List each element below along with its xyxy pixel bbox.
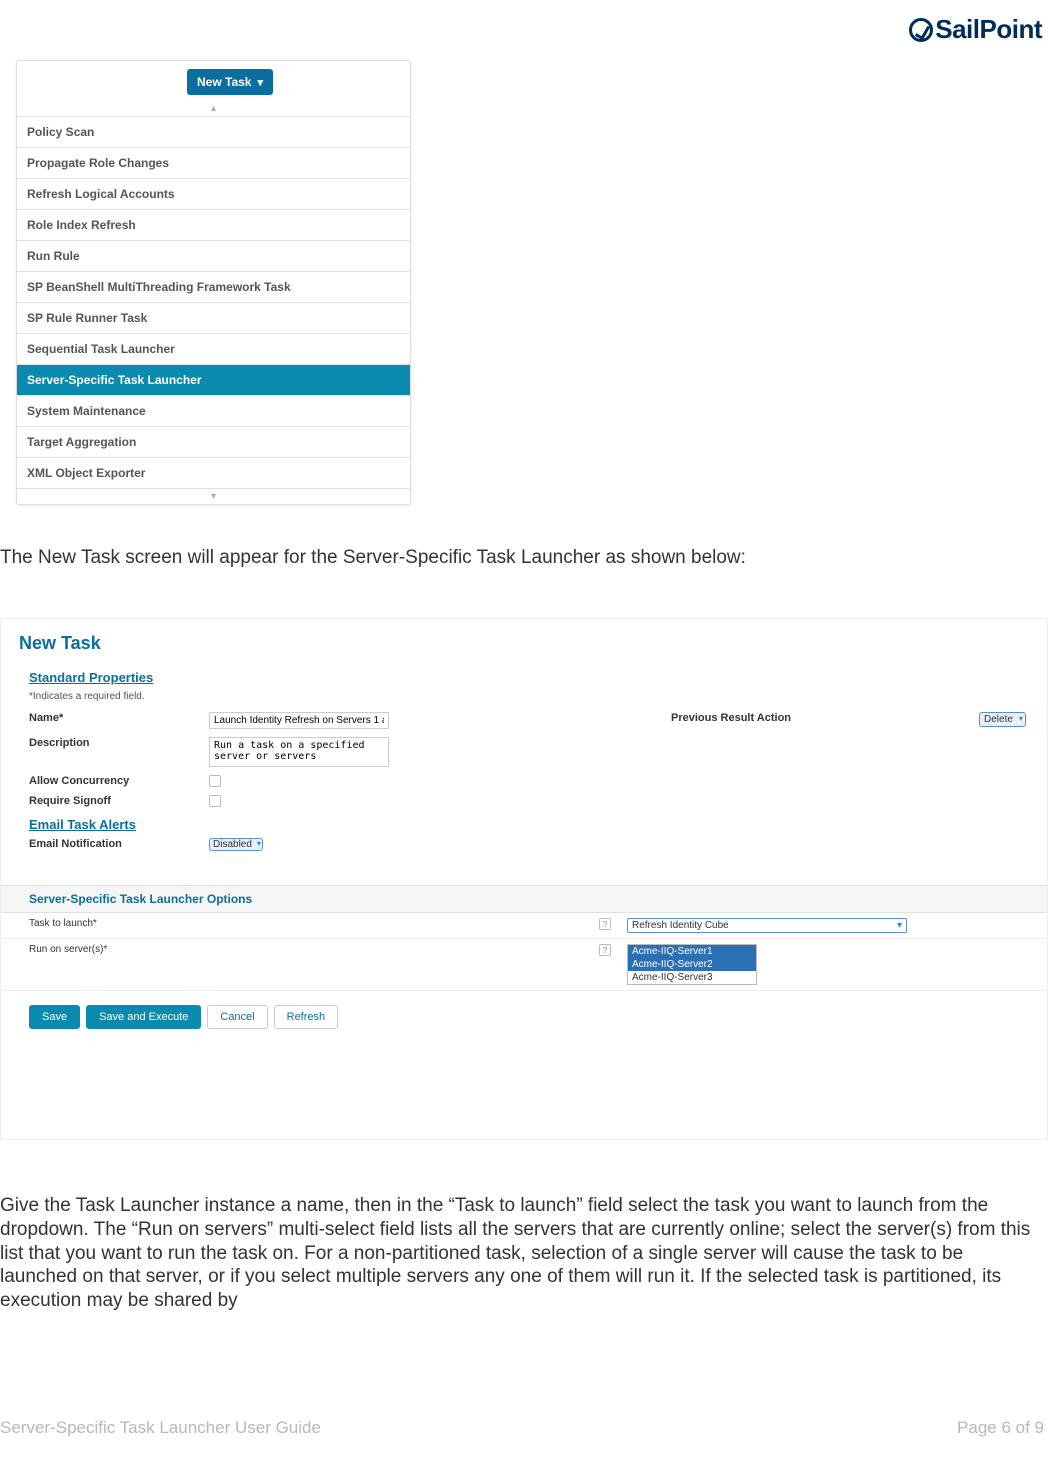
new-task-form-screenshot: New Task Standard Properties *Indicates … (0, 618, 1048, 1140)
require-signoff-checkbox[interactable] (209, 795, 221, 807)
new-task-dropdown-screenshot: New Task ▾ ▴ Policy ScanPropagate Role C… (16, 60, 411, 505)
required-hint: *Indicates a required field. (1, 687, 1047, 708)
scroll-up-icon[interactable]: ▴ (17, 101, 410, 116)
help-icon[interactable]: ? (599, 944, 611, 956)
footer-page-number: Page 6 of 9 (957, 1418, 1044, 1438)
scroll-down-icon[interactable]: ▾ (17, 489, 410, 504)
body-paragraph-2: Give the Task Launcher instance a name, … (0, 1194, 1044, 1313)
name-label: Name* (29, 712, 199, 724)
section-standard-properties: Standard Properties (1, 664, 1047, 687)
task-menu-item[interactable]: Policy Scan (17, 117, 410, 148)
section-email-alerts: Email Task Alerts (1, 811, 1047, 834)
task-menu-item[interactable]: Sequential Task Launcher (17, 334, 410, 365)
save-button[interactable]: Save (29, 1005, 80, 1029)
save-execute-button[interactable]: Save and Execute (86, 1005, 201, 1029)
task-menu-item[interactable]: Propagate Role Changes (17, 148, 410, 179)
prev-result-label: Previous Result Action (671, 712, 791, 724)
server-option[interactable]: Acme-IIQ-Server1 (628, 945, 756, 958)
require-signoff-label: Require Signoff (29, 795, 199, 807)
description-label: Description (29, 737, 199, 749)
brand-name: SailPoint (935, 14, 1042, 45)
help-icon[interactable]: ? (599, 918, 611, 930)
task-menu-item[interactable]: SP BeanShell MultiThreading Framework Ta… (17, 272, 410, 303)
task-menu-item[interactable]: System Maintenance (17, 396, 410, 427)
allow-concurrency-checkbox[interactable] (209, 775, 221, 787)
new-task-button[interactable]: New Task ▾ (187, 69, 273, 95)
cancel-button[interactable]: Cancel (207, 1005, 267, 1029)
new-task-button-label: New Task (197, 75, 251, 89)
run-on-servers-multiselect[interactable]: Acme-IIQ-Server1 Acme-IIQ-Server2 Acme-I… (627, 944, 757, 985)
chevron-down-icon: ▾ (257, 76, 263, 89)
refresh-button[interactable]: Refresh (274, 1005, 339, 1029)
email-notification-label: Email Notification (29, 838, 199, 850)
task-menu-item[interactable]: Server-Specific Task Launcher (17, 365, 410, 396)
task-menu-item[interactable]: SP Rule Runner Task (17, 303, 410, 334)
brand-icon (909, 18, 933, 42)
description-input[interactable] (209, 737, 389, 767)
allow-concurrency-label: Allow Concurrency (29, 775, 199, 787)
server-option[interactable]: Acme-IIQ-Server3 (628, 971, 756, 984)
task-menu-item[interactable]: Role Index Refresh (17, 210, 410, 241)
footer-doc-title: Server-Specific Task Launcher User Guide (0, 1418, 321, 1438)
prev-result-select[interactable]: Delete (979, 712, 1026, 727)
task-menu-item[interactable]: XML Object Exporter (17, 458, 410, 489)
email-notification-select[interactable]: Disabled (209, 838, 263, 851)
name-input[interactable] (209, 712, 389, 729)
brand-logo: SailPoint (909, 14, 1042, 45)
section-launcher-options: Server-Specific Task Launcher Options (1, 885, 1047, 913)
task-to-launch-select[interactable]: Refresh Identity Cube (627, 918, 907, 933)
form-title: New Task (1, 619, 1047, 664)
server-option[interactable]: Acme-IIQ-Server2 (628, 958, 756, 971)
run-on-servers-label: Run on server(s)* (29, 944, 589, 955)
task-menu-item[interactable]: Target Aggregation (17, 427, 410, 458)
task-menu-item[interactable]: Run Rule (17, 241, 410, 272)
body-paragraph-1: The New Task screen will appear for the … (0, 546, 1042, 570)
task-menu-item[interactable]: Refresh Logical Accounts (17, 179, 410, 210)
task-to-launch-label: Task to launch* (29, 918, 589, 929)
